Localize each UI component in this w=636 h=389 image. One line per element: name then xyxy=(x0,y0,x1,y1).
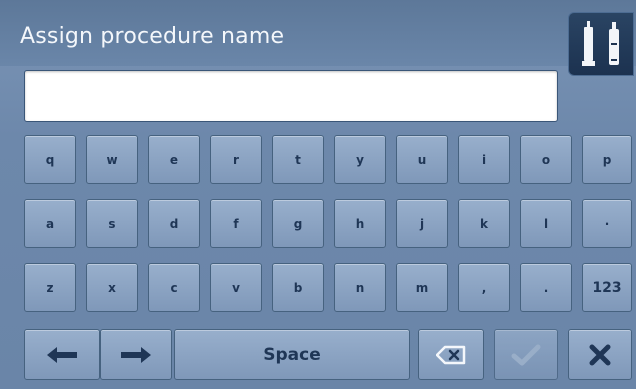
key-comma[interactable]: , xyxy=(458,263,510,312)
key-y[interactable]: y xyxy=(334,135,386,184)
screen: Assign procedure name q w e r t y u i o … xyxy=(0,0,636,389)
key-f[interactable]: f xyxy=(210,199,262,248)
key-z[interactable]: z xyxy=(24,263,76,312)
key-w[interactable]: w xyxy=(86,135,138,184)
x-icon xyxy=(589,344,611,365)
key-c[interactable]: c xyxy=(148,263,200,312)
arrow-left-icon xyxy=(47,346,77,363)
key-j[interactable]: j xyxy=(396,199,448,248)
arrow-right-icon xyxy=(121,346,151,363)
key-b[interactable]: b xyxy=(272,263,324,312)
key-i[interactable]: i xyxy=(458,135,510,184)
key-t[interactable]: t xyxy=(272,135,324,184)
clip-tools-button[interactable] xyxy=(568,12,634,76)
title-bar: Assign procedure name xyxy=(0,0,636,66)
key-d[interactable]: d xyxy=(148,199,200,248)
key-o[interactable]: o xyxy=(520,135,572,184)
cursor-left-button[interactable] xyxy=(24,329,100,380)
cursor-right-button[interactable] xyxy=(100,329,172,380)
key-dot-raised[interactable]: · xyxy=(582,199,632,248)
key-x[interactable]: x xyxy=(86,263,138,312)
clip-tools-icon xyxy=(582,21,619,66)
key-s[interactable]: s xyxy=(86,199,138,248)
key-h[interactable]: h xyxy=(334,199,386,248)
space-button[interactable]: Space xyxy=(174,329,410,380)
key-a[interactable]: a xyxy=(24,199,76,248)
key-l[interactable]: l xyxy=(520,199,572,248)
key-k[interactable]: k xyxy=(458,199,510,248)
key-e[interactable]: e xyxy=(148,135,200,184)
key-m[interactable]: m xyxy=(396,263,448,312)
backspace-button[interactable] xyxy=(418,329,484,380)
key-g[interactable]: g xyxy=(272,199,324,248)
key-v[interactable]: v xyxy=(210,263,262,312)
key-period[interactable]: . xyxy=(520,263,572,312)
key-n[interactable]: n xyxy=(334,263,386,312)
key-q[interactable]: q xyxy=(24,135,76,184)
key-u[interactable]: u xyxy=(396,135,448,184)
procedure-name-input[interactable] xyxy=(24,70,558,122)
cancel-button[interactable] xyxy=(568,329,632,380)
key-numbers-toggle[interactable]: 123 xyxy=(582,263,632,312)
key-r[interactable]: r xyxy=(210,135,262,184)
backspace-icon xyxy=(436,345,466,364)
confirm-button[interactable] xyxy=(494,329,558,380)
key-p[interactable]: p xyxy=(582,135,632,184)
checkmark-icon xyxy=(511,344,541,365)
page-title: Assign procedure name xyxy=(20,24,285,49)
